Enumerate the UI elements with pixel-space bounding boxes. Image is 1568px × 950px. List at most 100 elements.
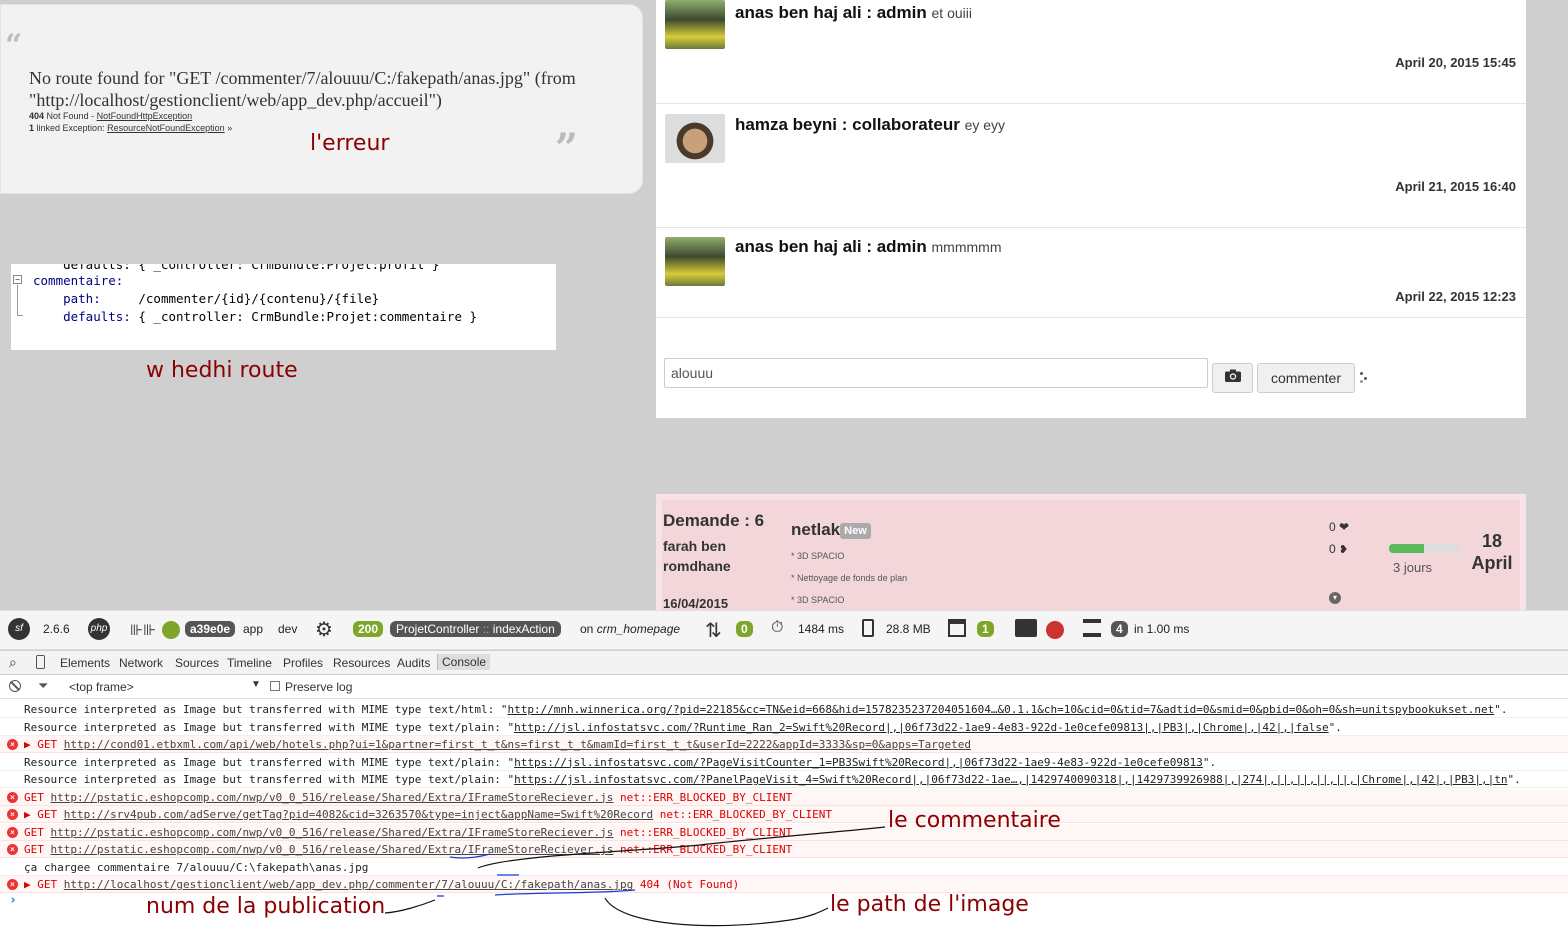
env-app: app xyxy=(243,622,264,636)
database-icon[interactable] xyxy=(1083,619,1101,637)
console-url-link[interactable]: http://cond01.etbxml.com/api/web/hotels.… xyxy=(64,738,971,751)
loading-spinner-icon xyxy=(1360,372,1368,384)
demande-item: * 3D SPACIO xyxy=(791,595,845,605)
avatar[interactable] xyxy=(665,0,725,49)
console-message-row: Resource interpreted as Image but transf… xyxy=(0,719,1568,736)
device-mode-icon[interactable] xyxy=(36,655,45,669)
comment-item: anas ben haj ali : admin et ouiii April … xyxy=(656,0,1526,104)
tab-profiles[interactable]: Profiles xyxy=(283,656,323,670)
commenter-button[interactable]: commenter xyxy=(1257,363,1355,393)
security-user-icon[interactable] xyxy=(1015,619,1037,637)
memory-usage[interactable]: 28.8 MB xyxy=(886,622,931,636)
ajax-arrows-icon[interactable]: ⇅ xyxy=(705,618,722,643)
stopwatch-icon[interactable]: ⏱ xyxy=(771,619,783,637)
error-icon: × xyxy=(7,879,18,890)
like-count[interactable]: 0 ❤ xyxy=(1329,520,1349,534)
frame-select[interactable]: <top frame> xyxy=(69,680,134,694)
exception-link[interactable]: NotFoundHttpException xyxy=(97,111,193,121)
tab-elements[interactable]: Elements xyxy=(60,656,110,670)
console-tail: ". xyxy=(1202,755,1217,769)
tab-network[interactable]: Network xyxy=(119,656,163,670)
ajax-count[interactable]: 0 xyxy=(736,621,753,637)
demande-item: * 3D SPACIO xyxy=(791,551,845,561)
console-error-row: × ▶ GET http://cond01.etbxml.com/api/web/… xyxy=(0,736,1568,753)
camera-upload-button[interactable] xyxy=(1212,363,1253,393)
console-error-row: × GET http://pstatic.eshopcomp.com/nwp/v0… xyxy=(0,788,1568,806)
controller-badge[interactable]: ProjetController :: indexAction xyxy=(390,621,561,637)
console-url-link[interactable]: https://jsl.infostatsvc.com/?PanelPageVi… xyxy=(514,773,1507,786)
linked-exception-link[interactable]: ResourceNotFoundException xyxy=(107,123,225,133)
gear-icon[interactable]: ⚙ xyxy=(315,617,333,642)
request-time[interactable]: 1484 ms xyxy=(798,622,844,636)
search-icon[interactable]: ⌕ xyxy=(9,654,17,671)
tab-console[interactable]: Console xyxy=(437,654,491,670)
db-queries-count[interactable]: 4 xyxy=(1111,621,1128,637)
comment-text: ey eyy xyxy=(964,117,1006,133)
preserve-log-checkbox[interactable] xyxy=(270,681,280,691)
broken-heart-icon: ❥ xyxy=(1339,544,1349,556)
tab-resources[interactable]: Resources xyxy=(333,656,390,670)
console-message-row: Resource interpreted as Image but transf… xyxy=(0,771,1568,788)
days-label: 3 jours xyxy=(1393,560,1433,575)
memory-icon[interactable] xyxy=(862,619,874,637)
chevron-right-icon: » xyxy=(227,123,233,133)
tab-timeline[interactable]: Timeline xyxy=(227,656,272,670)
fold-toggle-icon[interactable]: − xyxy=(13,275,22,284)
comment-item: hamza beyni : collaborateur ey eyy April… xyxy=(656,104,1526,228)
annotation-erreur: l'erreur xyxy=(310,131,390,156)
demande-date: 16/04/2015 xyxy=(663,596,729,611)
chevron-down-icon[interactable]: ▾ xyxy=(1329,592,1341,604)
console-url-link[interactable]: http://mnh.winnerica.org/?pid=22185&cc=T… xyxy=(507,703,1494,716)
error-status-line: 404 Not Found - NotFoundHttpException xyxy=(29,111,192,121)
console-text: GET xyxy=(24,843,51,856)
config-sliders-icon[interactable]: ⊪⊪ xyxy=(130,621,156,639)
tab-sources[interactable]: Sources xyxy=(175,656,219,670)
error-icon: × xyxy=(7,809,18,820)
chevron-down-icon[interactable]: ▼ xyxy=(251,679,261,690)
error-message: No route found for "GET /commenter/7/alo… xyxy=(29,68,576,110)
db-time[interactable]: in 1.00 ms xyxy=(1134,622,1189,636)
console-url-link[interactable]: https://jsl.infostatsvc.com/?PageVisitCo… xyxy=(514,756,1203,769)
avatar[interactable] xyxy=(665,237,725,286)
symfony-logo-icon[interactable]: sf xyxy=(8,618,30,640)
console-text: GET xyxy=(24,825,51,839)
config-token[interactable]: a39e0e xyxy=(185,621,236,637)
error-icon: × xyxy=(7,791,18,803)
console-text: ▶ GET xyxy=(24,808,64,821)
env-dev: dev xyxy=(278,622,298,636)
status-code-badge[interactable]: 200 xyxy=(353,621,384,637)
comment-text: mmmmmm xyxy=(931,239,1002,255)
progress-fill xyxy=(1389,544,1424,553)
route-code-snippet: defaults: { _controller: CrmBundle:Proje… xyxy=(11,264,556,350)
code-key: defaults: xyxy=(33,309,131,324)
symfony-debug-toolbar: sf 2.6.6 php ⊪⊪ a39e0e app dev ⚙ 200 Pro… xyxy=(0,610,1568,650)
route-info: on crm_homepage xyxy=(580,622,681,636)
symfony-version[interactable]: 2.6.6 xyxy=(43,622,70,636)
clipboard-logs-icon[interactable] xyxy=(948,619,966,637)
logs-count[interactable]: 1 xyxy=(977,621,994,637)
demande-name: netlak New xyxy=(791,520,871,540)
console-url-link[interactable]: http://jsl.infostatsvc.com/?Runtime_Ran_… xyxy=(514,721,1329,734)
clear-console-icon[interactable] xyxy=(9,680,21,692)
console-url-link[interactable]: http://pstatic.eshopcomp.com/nwp/v0_0_51… xyxy=(51,791,614,804)
open-quote-icon: “ xyxy=(5,28,23,63)
filter-icon[interactable]: ⏷ xyxy=(38,678,48,694)
demande-item: * Nettoyage de fonds de plan xyxy=(791,573,908,583)
console-text: Resource interpreted as Image but transf… xyxy=(24,755,515,769)
heart-icon: ❤ xyxy=(1339,520,1350,534)
console-text: Resource interpreted as Image but transf… xyxy=(24,703,508,716)
camera-icon xyxy=(1224,369,1241,382)
php-icon[interactable]: php xyxy=(88,618,110,640)
console-text: Resource interpreted as Image but transf… xyxy=(24,773,515,786)
code-line: defaults: { _controller: CrmBundle:Proje… xyxy=(33,309,477,324)
annotation-commentaire: le commentaire xyxy=(888,808,1061,833)
annotation-strokes xyxy=(384,826,886,927)
code-line: defaults: { _controller: CrmBundle:Proje… xyxy=(33,264,440,272)
console-tail: ". xyxy=(1494,703,1508,716)
avatar[interactable] xyxy=(665,114,725,163)
tab-audits[interactable]: Audits xyxy=(397,656,430,670)
comment-input[interactable]: alouuu xyxy=(664,358,1208,388)
dislike-count[interactable]: 0 ❥ xyxy=(1329,542,1348,556)
annotation-route: w hedhi route xyxy=(146,358,298,383)
console-prompt[interactable]: › xyxy=(9,893,17,908)
